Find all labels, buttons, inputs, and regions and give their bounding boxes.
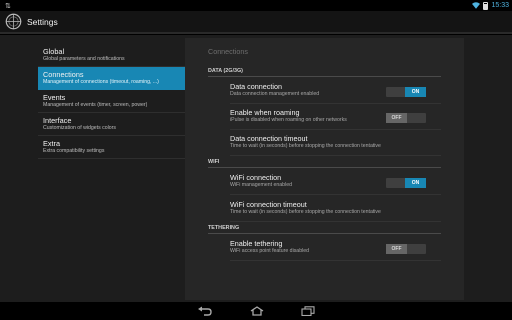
header-subtitle: Management of connections (timeout, roam… — [43, 79, 159, 85]
usb-icon: ⇅ — [5, 2, 11, 10]
battery-icon — [483, 1, 489, 10]
header-item-connections[interactable]: Connections Management of connections (t… — [38, 67, 185, 90]
pref-wifi-connection[interactable]: WiFi connection WiFi management enabled … — [230, 173, 441, 195]
action-bar: Settings — [0, 11, 512, 34]
header-title: Extra — [43, 139, 61, 148]
toggle-label: ON — [405, 178, 426, 188]
header-title: Global — [43, 47, 65, 56]
pref-summary: Time to wait (in seconds) before stoppin… — [230, 209, 381, 215]
header-subtitle: Customization of widgets colors — [43, 125, 116, 131]
header-item-interface[interactable]: Interface Customization of widgets color… — [38, 113, 185, 136]
header-item-global[interactable]: Global Global parameters and notificatio… — [38, 44, 185, 67]
header-item-events[interactable]: Events Management of events (timer, scre… — [38, 90, 185, 113]
status-bar: ⇅ 15:33 — [0, 0, 512, 11]
header-subtitle: Extra compatibility settings — [43, 148, 105, 154]
compass-icon[interactable] — [5, 13, 22, 30]
pref-summary: Time to wait (in seconds) before stoppin… — [230, 143, 381, 149]
status-icons: 15:33 — [472, 1, 509, 10]
clock: 15:33 — [491, 2, 509, 9]
breadcrumb: Connections — [208, 47, 248, 56]
tethering-toggle[interactable]: OFF — [386, 244, 426, 254]
recent-apps-icon[interactable] — [301, 306, 315, 316]
toggle-label: ON — [405, 87, 426, 97]
page-title: Settings — [27, 16, 58, 27]
pref-roaming[interactable]: Enable when roaming iPulse is disabled w… — [230, 108, 441, 130]
header-item-extra[interactable]: Extra Extra compatibility settings — [38, 136, 185, 159]
wifi-icon — [472, 2, 481, 9]
toggle-label: OFF — [386, 244, 407, 254]
wifi-connection-toggle[interactable]: ON — [386, 178, 426, 188]
pref-data-timeout[interactable]: Data connection timeout Time to wait (in… — [230, 134, 441, 156]
header-title: Events — [43, 93, 66, 102]
pref-title: Data connection timeout — [230, 134, 308, 143]
header-title: Interface — [43, 116, 72, 125]
headers-list: Global Global parameters and notificatio… — [38, 44, 185, 159]
home-icon[interactable] — [249, 306, 265, 316]
connections-detail-panel: Connections DATA (2G/3G) Data connection… — [185, 38, 464, 300]
pref-title: WiFi connection timeout — [230, 200, 307, 209]
category-tethering: TETHERING — [208, 225, 441, 234]
header-subtitle: Global parameters and notifications — [43, 56, 125, 62]
category-data: DATA (2G/3G) — [208, 68, 441, 77]
toggle-label: OFF — [386, 113, 407, 123]
back-icon[interactable] — [197, 306, 213, 316]
header-subtitle: Management of events (timer, screen, pow… — [43, 102, 148, 108]
pref-wifi-timeout[interactable]: WiFi connection timeout Time to wait (in… — [230, 200, 441, 222]
header-title: Connections — [43, 70, 84, 79]
data-connection-toggle[interactable]: ON — [386, 87, 426, 97]
roaming-toggle[interactable]: OFF — [386, 113, 426, 123]
navigation-bar — [0, 302, 512, 320]
pref-data-connection[interactable]: Data connection Data connection manageme… — [230, 82, 441, 104]
pref-tethering[interactable]: Enable tethering WiFi access point featu… — [230, 239, 441, 261]
category-wifi: WIFI — [208, 159, 441, 168]
settings-content: Global Global parameters and notificatio… — [0, 35, 512, 302]
